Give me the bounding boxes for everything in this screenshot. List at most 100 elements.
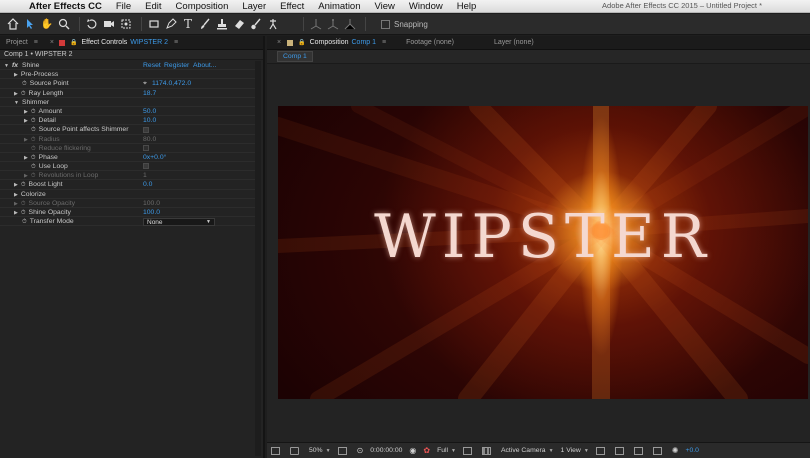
stopwatch-icon[interactable]: ⏱ [22, 81, 27, 87]
property-row[interactable]: ▶ Pre-Process [0, 70, 255, 80]
reset-link[interactable]: Reset [143, 61, 161, 70]
stopwatch-icon[interactable]: ⏱ [31, 155, 36, 161]
pen-tool-icon[interactable] [164, 17, 178, 31]
tab-effect-controls[interactable]: × 🔒 Effect Controls WIPSTER 2 ≡ [44, 36, 184, 50]
property-row[interactable]: ⏱ Source Point affects Shimmer [0, 125, 255, 135]
menu-view[interactable]: View [368, 1, 402, 12]
property-row[interactable]: ▶ Colorize [0, 190, 255, 199]
property-value[interactable]: 50.0 [143, 107, 156, 116]
selection-tool-icon[interactable] [23, 17, 37, 31]
panel-scrollbar[interactable] [255, 61, 261, 456]
transfer-mode-dropdown[interactable]: None ▼ [143, 217, 215, 226]
toggle-pixel-aspect-icon[interactable] [595, 446, 608, 455]
stopwatch-icon[interactable]: ⏱ [22, 219, 27, 225]
expand-triangle-icon[interactable]: ▶ [24, 118, 28, 124]
zoom-tool-icon[interactable] [57, 17, 71, 31]
fast-previews-icon[interactable] [614, 446, 627, 455]
stopwatch-icon[interactable]: ⏱ [21, 201, 26, 207]
view-axis-mode-icon[interactable] [343, 17, 357, 31]
menu-window[interactable]: Window [402, 1, 450, 12]
composition-viewer[interactable]: WIPSTER [278, 106, 808, 399]
menu-composition[interactable]: Composition [169, 1, 236, 12]
tab-project[interactable]: Project ≡ [0, 36, 44, 50]
puppet-pin-tool-icon[interactable] [266, 17, 280, 31]
view-layout-dropdown[interactable]: 1 View ▼ [561, 447, 589, 454]
lock-icon[interactable]: 🔒 [70, 39, 77, 46]
stopwatch-icon[interactable]: ⏱ [21, 210, 26, 216]
snapshot-icon[interactable]: ◉ [409, 446, 416, 455]
property-row[interactable]: ⏱ Use Loop [0, 162, 255, 172]
tab-composition[interactable]: × 🔒 Composition Comp 1 ≡ [267, 36, 396, 50]
eraser-tool-icon[interactable] [232, 17, 246, 31]
tab-footage[interactable]: Footage (none) [396, 36, 464, 50]
menu-file[interactable]: File [109, 1, 138, 12]
timecode-display[interactable]: 0:00:00:00 [370, 447, 402, 454]
brush-tool-icon[interactable] [198, 17, 212, 31]
close-tab-icon[interactable]: × [277, 39, 281, 46]
close-tab-icon[interactable]: × [50, 39, 54, 46]
snapping-checkbox[interactable] [381, 19, 390, 29]
property-row[interactable]: ⏱ Reduce flickering [0, 144, 255, 153]
stopwatch-icon[interactable]: ⏱ [31, 137, 36, 143]
text-tool-icon[interactable]: T [181, 17, 195, 31]
property-value[interactable]: 10.0 [143, 116, 156, 125]
menu-help[interactable]: Help [450, 1, 484, 12]
stopwatch-icon[interactable]: ⏱ [31, 127, 36, 133]
menu-layer[interactable]: Layer [235, 1, 273, 12]
home-icon[interactable] [6, 17, 20, 31]
register-link[interactable]: Register [164, 61, 189, 70]
panel-menu-icon[interactable]: ≡ [174, 39, 178, 46]
hand-tool-icon[interactable]: ✋ [40, 17, 54, 31]
collapse-triangle-icon[interactable]: ▼ [14, 100, 19, 106]
panel-menu-icon[interactable]: ≡ [34, 39, 38, 46]
property-value[interactable]: 0x+0.0° [143, 153, 166, 162]
expand-triangle-icon[interactable]: ▶ [14, 201, 18, 207]
effect-row-shine[interactable]: ▼ fx Shine Reset Register About... [0, 61, 255, 71]
property-row[interactable]: ▶ ⏱ Revolutions in Loop 1 [0, 171, 255, 181]
panel-menu-icon[interactable]: ≡ [382, 39, 386, 46]
zoom-dropdown[interactable]: 50% ▼ [309, 447, 331, 454]
expand-triangle-icon[interactable]: ▶ [24, 109, 28, 115]
about-link[interactable]: About... [193, 61, 216, 70]
tab-layer[interactable]: Layer (none) [484, 36, 544, 50]
collapse-triangle-icon[interactable]: ▼ [4, 63, 9, 69]
always-preview-icon[interactable] [271, 446, 283, 455]
menu-effect[interactable]: Effect [273, 1, 311, 12]
fx-icon[interactable]: fx [12, 62, 18, 69]
property-row[interactable]: ▶ ⏱ Amount 50.0 [0, 107, 255, 117]
expand-triangle-icon[interactable]: ▶ [24, 155, 28, 161]
menu-edit[interactable]: Edit [138, 1, 168, 12]
clone-stamp-tool-icon[interactable] [215, 17, 229, 31]
shimmer-checkbox[interactable] [143, 126, 149, 133]
rectangle-tool-icon[interactable] [147, 17, 161, 31]
property-value[interactable]: 1174.0,472.0 [152, 80, 191, 87]
stopwatch-icon[interactable]: ⏱ [31, 164, 36, 170]
breadcrumb[interactable]: Comp 1 [277, 51, 313, 62]
transparency-grid-icon[interactable] [482, 446, 494, 455]
pan-behind-tool-icon[interactable] [119, 17, 133, 31]
lock-icon[interactable]: 🔒 [298, 39, 305, 46]
property-row[interactable]: ▶ ⏱ Detail 10.0 [0, 116, 255, 126]
property-row[interactable]: ▶ ⏱ Ray Length 18.7 [0, 89, 255, 98]
property-row[interactable]: ⏱ Transfer Mode None ▼ [0, 217, 255, 227]
reduce-flickering-checkbox[interactable] [143, 144, 149, 151]
expand-triangle-icon[interactable]: ▶ [24, 137, 28, 143]
camera-snapshot-icon[interactable]: ⊙ [357, 446, 364, 455]
property-row[interactable]: ▶ ⏱ Radius 80.0 [0, 135, 255, 144]
property-row[interactable]: ▶ ⏱ Phase 0x+0.0° [0, 153, 255, 163]
property-value[interactable]: 18.7 [143, 89, 156, 98]
color-channels-icon[interactable]: ✿ [423, 446, 430, 455]
stopwatch-icon[interactable]: ⏱ [21, 91, 26, 97]
resolution-dropdown[interactable]: Full ▼ [437, 447, 456, 454]
expand-triangle-icon[interactable]: ▶ [14, 192, 18, 198]
exposure-reset-icon[interactable]: ✺ [672, 446, 679, 455]
monitor-icon[interactable] [290, 446, 302, 455]
crosshair-icon[interactable]: ⌖ [143, 80, 147, 87]
property-value[interactable]: 100.0 [143, 208, 160, 217]
stopwatch-icon[interactable]: ⏱ [31, 146, 36, 152]
rotation-tool-icon[interactable] [85, 17, 99, 31]
expand-triangle-icon[interactable]: ▶ [14, 91, 18, 97]
use-loop-checkbox[interactable] [143, 163, 149, 170]
property-row[interactable]: ▼ Shimmer [0, 98, 255, 107]
expand-triangle-icon[interactable]: ▶ [14, 210, 18, 216]
